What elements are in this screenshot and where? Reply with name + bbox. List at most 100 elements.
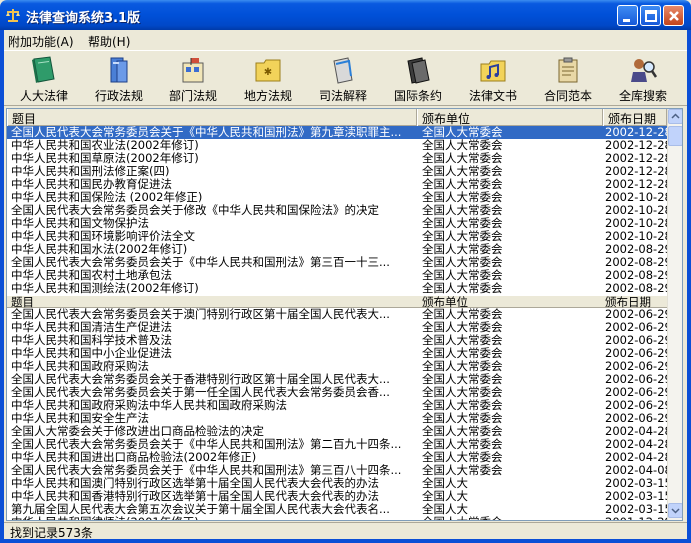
vertical-scrollbar[interactable]: [667, 109, 682, 520]
list-header: 题目 颁布单位 颁布日期: [7, 109, 667, 126]
toolbar-label: 国际条约: [393, 89, 442, 103]
cell-title: 中华人民共和国政府采购法: [11, 360, 149, 373]
table-row[interactable]: 中华人民共和国文物保护法 全国人大常委会 2002-10-28: [7, 217, 667, 230]
cell-date: 2002-06-29: [605, 399, 667, 412]
cell-date: 2002-06-29: [605, 373, 667, 386]
toolbar-button-legal-documents[interactable]: 法律文书: [457, 53, 529, 105]
cell-issuer: 全国人大常委会: [422, 516, 602, 520]
cell-date: 2002-08-29: [605, 282, 667, 295]
cell-title: 全国人民代表大会常务委员会关于《中华人民共和国刑法》第九章渎职罪主...: [11, 126, 402, 139]
status-bar: 找到记录573条: [4, 522, 687, 540]
music-folder-icon: [480, 60, 506, 82]
cell-issuer: 全国人大常委会: [422, 178, 503, 191]
cell-date: 2002-03-15: [605, 490, 667, 503]
cell-date: 2002-04-28: [605, 425, 667, 438]
cell-date: 2002-03-15: [605, 477, 667, 490]
cell-issuer: 全国人大常委会: [422, 217, 503, 230]
cell-date: 2002-10-28: [605, 204, 667, 217]
table-row[interactable]: 中华人民共和国政府采购法中华人民共和国政府采购法 全国人大常委会 2002-06-2…: [7, 399, 667, 412]
toolbar-button-npc-laws[interactable]: 人大法律: [8, 53, 80, 105]
table-row[interactable]: 全国人民代表大会常务委员会关于澳门特别行政区第十届全国人民代表大... 全国人大常…: [7, 308, 667, 321]
column-header-title[interactable]: 题目: [7, 109, 417, 126]
close-button[interactable]: [663, 5, 684, 26]
table-row[interactable]: 中华人民共和国政府采购法 全国人大常委会 2002-06-29: [7, 360, 667, 373]
cell-issuer: 全国人大常委会: [422, 308, 503, 321]
table-row[interactable]: 中华人民共和国安全生产法 全国人大常委会 2002-06-29: [7, 412, 667, 425]
toolbar-label: 地方法规: [243, 89, 292, 103]
table-row[interactable]: 中华人民共和国测绘法(2002年修订) 全国人大常委会 2002-08-29: [7, 282, 667, 295]
cell-title: 中华人民共和国科学技术普及法: [11, 334, 172, 347]
cell-issuer: 全国人大常委会: [422, 438, 503, 451]
table-row[interactable]: 全国人民代表大会常务委员会关于《中华人民共和国刑法》第二百九十四条... 全国人大…: [7, 438, 667, 451]
scroll-up-button[interactable]: [668, 109, 682, 124]
menu-help[interactable]: 帮助(H): [88, 33, 130, 50]
toolbar-label: 全库搜索: [618, 89, 667, 103]
table-row[interactable]: 第九届全国人民代表大会第五次会议关于第十届全国人民代表大会代表名... 全国人大 2…: [7, 503, 667, 516]
column-header-date[interactable]: 颁布日期: [603, 109, 667, 126]
table-row[interactable]: 中华人民共和国清洁生产促进法 全国人大常委会 2002-06-29: [7, 321, 667, 334]
cell-date: 2002-06-29: [605, 334, 667, 347]
table-row[interactable]: 中华人民共和国保险法 (2002年修正) 全国人大常委会 2002-10-28: [7, 191, 667, 204]
table-row[interactable]: 中华人民共和国科学技术普及法 全国人大常委会 2002-06-29: [7, 334, 667, 347]
cell-title: 中华人民共和国安全生产法: [11, 412, 149, 425]
title-bar[interactable]: 法律查询系统3.1版: [0, 0, 691, 30]
table-row[interactable]: 全国人民代表大会常务委员会关于《中华人民共和国刑法》第三百八十四条... 全国人大…: [7, 464, 667, 477]
table-row[interactable]: 中华人民共和国环境影响评价法全文 全国人大常委会 2002-10-28: [7, 230, 667, 243]
table-row[interactable]: 中华人民共和国农业法(2002年修订) 全国人大常委会 2002-12-28: [7, 139, 667, 152]
table-row[interactable]: 中华人民共和国草原法(2002年修订) 全国人大常委会 2002-12-28: [7, 152, 667, 165]
toolbar-label: 法律文书: [468, 89, 517, 103]
repeated-column-header[interactable]: 题目 颁布单位 颁布日期: [7, 295, 667, 309]
cell-issuer: 全国人大常委会: [422, 464, 503, 477]
scroll-down-button[interactable]: [668, 503, 682, 518]
toolbar-button-administrative-regulations[interactable]: 行政法规: [83, 53, 155, 105]
search-person-icon: [631, 59, 658, 82]
window-frame-left: [0, 30, 4, 543]
toolbar-button-departmental-regulations[interactable]: 部门法规: [157, 53, 229, 105]
window-title: 法律查询系统3.1版: [26, 11, 141, 26]
cell-date: 2002-04-08: [605, 464, 667, 477]
menu-extra-functions[interactable]: 附加功能(A): [8, 33, 74, 50]
scroll-thumb[interactable]: [668, 126, 682, 146]
cell-title: 全国人民代表大会常务委员会关于《中华人民共和国刑法》第三百一十三...: [11, 256, 390, 269]
cell-issuer: 全国人大常委会: [422, 152, 503, 165]
table-row[interactable]: 中华人民共和国进出口商品检验法(2002年修正) 全国人大常委会 2002-04-2…: [7, 451, 667, 464]
table-row[interactable]: 中华人民共和国香港特别行政区选举第十届全国人民代表大会代表的办法 全国人大 2002…: [7, 490, 667, 503]
cell-issuer: 全国人大常委会: [422, 334, 503, 347]
cell-title: 第九届全国人民代表大会第五次会议关于第十届全国人民代表大会代表名...: [11, 503, 390, 516]
svg-text:✱: ✱: [264, 67, 272, 78]
window-frame-bottom: [0, 539, 691, 543]
cell-title: 中华人民共和国保险法 (2002年修正): [11, 191, 203, 204]
cell-issuer: 全国人大常委会: [422, 126, 503, 139]
table-row[interactable]: 全国人大常委会关于修改进出口商品检验法的决定 全国人大常委会 2002-04-28: [7, 425, 667, 438]
table-row[interactable]: 中华人民共和国民办教育促进法 全国人大常委会 2002-12-28: [7, 178, 667, 191]
table-row[interactable]: 全国人民代表大会常务委员会关于第一任全国人民代表大会常务委员会香... 全国人大常…: [7, 386, 667, 399]
table-row[interactable]: 中华人民共和国水法(2002年修订) 全国人大常委会 2002-08-29: [7, 243, 667, 256]
cell-title: 全国人民代表大会常务委员会关于修改《中华人民共和国保险法》的决定: [11, 204, 379, 217]
maximize-button[interactable]: [640, 5, 661, 26]
table-row[interactable]: 中华人民共和国澳门特别行政区选举第十届全国人民代表大会代表的办法 全国人大 2002…: [7, 477, 667, 490]
cell-date: 2002-04-28: [605, 451, 667, 464]
toolbar-button-international-treaties[interactable]: 国际条约: [382, 53, 454, 105]
table-row[interactable]: 中华人民共和国农村土地承包法 全国人大常委会 2002-08-29: [7, 269, 667, 282]
cell-issuer: 全国人大常委会: [422, 373, 503, 386]
toolbar-button-judicial-interpretations[interactable]: 司法解释: [307, 53, 379, 105]
table-row[interactable]: 全国人民代表大会常务委员会关于《中华人民共和国刑法》第三百一十三... 全国人大常…: [7, 256, 667, 269]
cell-date: 2002-12-28: [605, 165, 667, 178]
cell-title: 中华人民共和国中小企业促进法: [11, 347, 172, 360]
results-list[interactable]: 题目 颁布单位 颁布日期 全国人民代表大会常务委员会关于《中华人民共和国刑法》第…: [6, 108, 683, 521]
table-row[interactable]: 全国人民代表大会常务委员会关于修改《中华人民共和国保险法》的决定 全国人大常委会 2…: [7, 204, 667, 217]
column-header-issuer[interactable]: 颁布单位: [417, 109, 603, 126]
cell-issuer: 全国人大: [422, 490, 468, 503]
toolbar-button-local-regulations[interactable]: ✱ 地方法规: [232, 53, 304, 105]
table-row[interactable]: 中华人民共和国刑法修正案(四) 全国人大常委会 2002-12-28: [7, 165, 667, 178]
table-row[interactable]: 全国人民代表大会常务委员会关于香港特别行政区第十届全国人民代表大... 全国人大常…: [7, 373, 667, 386]
table-row[interactable]: 中华人民共和国中小企业促进法 全国人大常委会 2002-06-29: [7, 347, 667, 360]
toolbar-button-contract-templates[interactable]: 合同范本: [532, 53, 604, 105]
minimize-button[interactable]: [617, 5, 638, 26]
cell-date: 2002-12-28: [605, 126, 667, 139]
table-row[interactable]: 全国人民代表大会常务委员会关于《中华人民共和国刑法》第九章渎职罪主... 全国人大…: [7, 126, 667, 139]
table-row[interactable]: 中华人民共和国律师法(2001年修正) 全国人大常委会2001-12-29: [7, 516, 667, 520]
menu-bar: 附加功能(A) 帮助(H): [4, 30, 687, 50]
toolbar-button-full-search[interactable]: 全库搜索: [607, 53, 679, 105]
office-building-icon: [182, 58, 204, 83]
